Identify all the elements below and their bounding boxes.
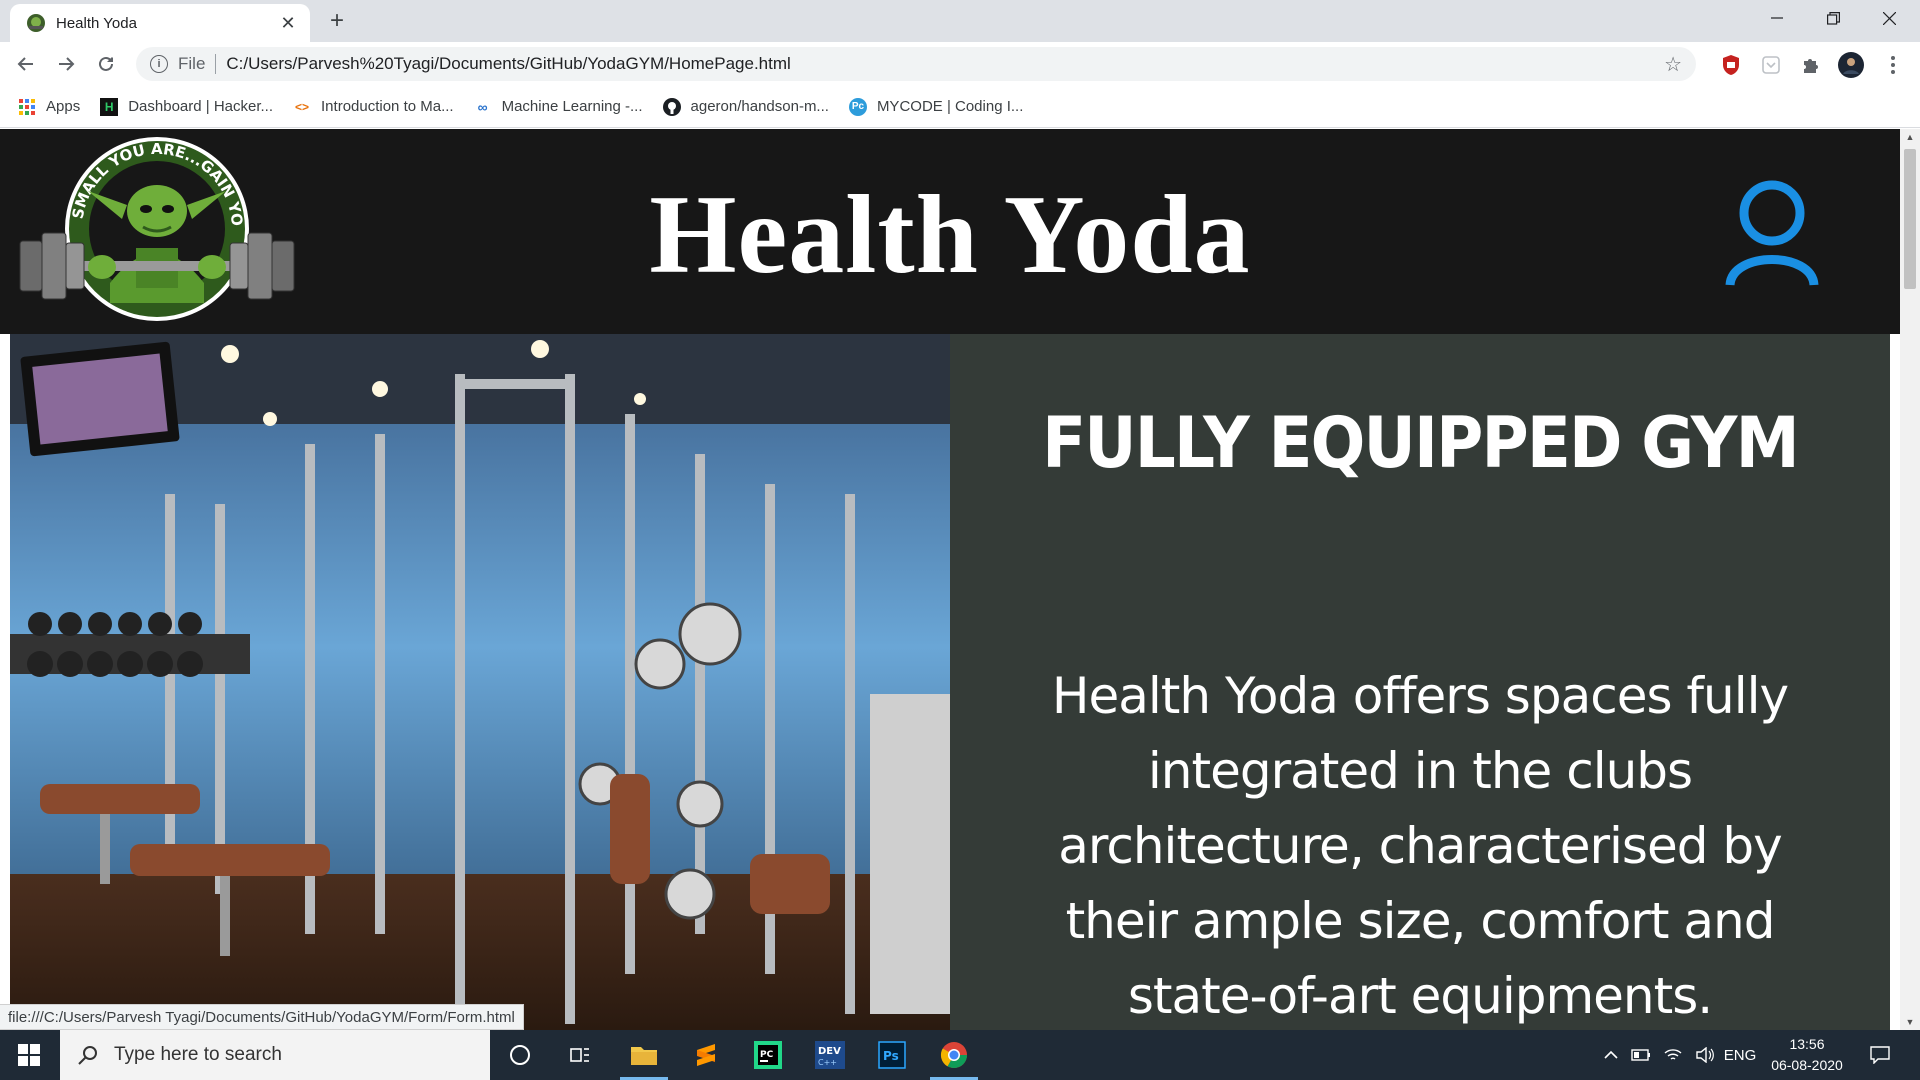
- bookmark-mycode[interactable]: Pc MYCODE | Coding I...: [848, 97, 1024, 116]
- file-explorer-icon[interactable]: [614, 1030, 674, 1080]
- scheme-label: File: [178, 54, 206, 73]
- cortana-icon[interactable]: [490, 1030, 550, 1080]
- github-icon: [662, 97, 681, 116]
- task-view-icon[interactable]: [550, 1030, 610, 1080]
- bookmark-star-icon[interactable]: ☆: [1664, 52, 1682, 77]
- back-arrow-icon[interactable]: [10, 48, 42, 80]
- tray-chevron-up-icon[interactable]: [1598, 1030, 1624, 1080]
- status-bubble: file:///C:/Users/Parvesh Tyagi/Documents…: [0, 1004, 524, 1030]
- tab-title: Health Yoda: [56, 14, 137, 32]
- profile-avatar[interactable]: [1838, 52, 1864, 78]
- sublime-text-icon[interactable]: [676, 1030, 736, 1080]
- scroll-down-arrow-icon[interactable]: ▼: [1900, 1014, 1920, 1030]
- gym-equipment-photo: [10, 334, 950, 1030]
- yoda-favicon-icon: [27, 14, 45, 32]
- apps-grid-icon: [18, 98, 36, 116]
- pocket-extension-icon[interactable]: [1758, 52, 1784, 78]
- restore-icon[interactable]: [1810, 0, 1856, 36]
- bookmark-label: Introduction to Ma...: [321, 98, 454, 115]
- code-brackets-icon: <>: [295, 99, 310, 114]
- omnibox-divider: [215, 54, 217, 74]
- bookmark-intro-ml[interactable]: <> Introduction to Ma...: [293, 98, 454, 116]
- bookmark-github[interactable]: ageron/handson-m...: [662, 97, 829, 116]
- photoshop-icon[interactable]: Ps: [862, 1030, 922, 1080]
- forward-arrow-icon[interactable]: [50, 48, 82, 80]
- page-viewport: SMALL YOU ARE...GAIN YOU MUST Health Yod…: [0, 129, 1900, 1030]
- battery-icon[interactable]: [1626, 1030, 1656, 1080]
- page-scrollbar[interactable]: ▲ ▼: [1900, 129, 1920, 1030]
- user-account-icon[interactable]: [1722, 179, 1822, 289]
- bookmark-machine-learning[interactable]: ∞ Machine Learning -...: [474, 98, 643, 116]
- svg-text:PC: PC: [760, 1050, 774, 1060]
- clock-date: 06-08-2020: [1771, 1057, 1843, 1073]
- dev-cpp-icon[interactable]: DEV C++: [800, 1030, 860, 1080]
- clock-time: 13:56: [1789, 1036, 1825, 1052]
- site-title: Health Yoda: [649, 173, 1251, 297]
- notifications-icon[interactable]: [1862, 1030, 1898, 1080]
- close-window-icon[interactable]: [1866, 0, 1912, 36]
- menu-kebab-icon[interactable]: [1880, 52, 1906, 78]
- bookmark-hackerrank[interactable]: H Dashboard | Hacker...: [100, 97, 274, 116]
- windows-taskbar: Type here to search PC DEV C++ Ps ENG 13:…: [0, 1030, 1920, 1080]
- scroll-up-arrow-icon[interactable]: ▲: [1900, 129, 1920, 145]
- svg-text:DEV: DEV: [818, 1046, 841, 1057]
- svg-text:Ps: Ps: [883, 1049, 899, 1063]
- bookmark-apps[interactable]: Apps: [18, 98, 80, 116]
- windows-start-icon[interactable]: [0, 1030, 58, 1080]
- bookmark-label: Dashboard | Hacker...: [128, 98, 274, 115]
- search-placeholder: Type here to search: [114, 1044, 282, 1065]
- url-text[interactable]: C:/Users/Parvesh%20Tyagi/Documents/GitHu…: [226, 54, 1664, 74]
- scrollbar-thumb[interactable]: [1904, 149, 1916, 289]
- hackerrank-icon: H: [100, 97, 119, 116]
- bookmark-label: Apps: [46, 98, 81, 115]
- taskbar-search-input[interactable]: Type here to search: [60, 1030, 490, 1080]
- hero-heading: FULLY EQUIPPED GYM: [1042, 402, 1800, 484]
- coursera-icon: ∞: [477, 98, 488, 115]
- bookmark-label: ageron/handson-m...: [690, 98, 829, 115]
- bookmark-label: MYCODE | Coding I...: [876, 98, 1024, 115]
- chrome-icon[interactable]: [924, 1030, 984, 1080]
- browser-toolbar: i File C:/Users/Parvesh%20Tyagi/Document…: [0, 42, 1920, 86]
- search-icon: [78, 1046, 97, 1065]
- hero-description: Health Yoda offers spaces fully integrat…: [1051, 667, 1789, 1025]
- language-indicator[interactable]: ENG: [1720, 1030, 1760, 1080]
- wifi-icon[interactable]: [1658, 1030, 1688, 1080]
- extensions-puzzle-icon[interactable]: [1798, 52, 1824, 78]
- info-icon[interactable]: i: [150, 55, 168, 73]
- browser-tab[interactable]: Health Yoda ✕: [10, 4, 310, 42]
- bookmarks-bar: Apps H Dashboard | Hacker... <> Introduc…: [0, 86, 1920, 128]
- volume-icon[interactable]: [1690, 1030, 1720, 1080]
- hero-info-panel: FULLY EQUIPPED GYM Health Yoda offers sp…: [950, 334, 1890, 1030]
- mycode-icon: Pc: [848, 97, 867, 116]
- new-tab-icon[interactable]: +: [322, 6, 352, 36]
- svg-text:C++: C++: [818, 1058, 837, 1067]
- shield-extension-icon[interactable]: [1718, 52, 1744, 78]
- taskbar-clock[interactable]: 13:56 06-08-2020: [1762, 1034, 1852, 1076]
- tab-strip: Health Yoda ✕ +: [0, 0, 1920, 42]
- site-header: SMALL YOU ARE...GAIN YOU MUST Health Yod…: [0, 129, 1900, 334]
- reload-icon[interactable]: [90, 48, 122, 80]
- minimize-icon[interactable]: [1754, 0, 1800, 36]
- pycharm-icon[interactable]: PC: [738, 1030, 798, 1080]
- tab-close-icon[interactable]: ✕: [274, 9, 302, 37]
- address-bar[interactable]: i File C:/Users/Parvesh%20Tyagi/Document…: [136, 47, 1696, 81]
- bookmark-label: Machine Learning -...: [501, 98, 643, 115]
